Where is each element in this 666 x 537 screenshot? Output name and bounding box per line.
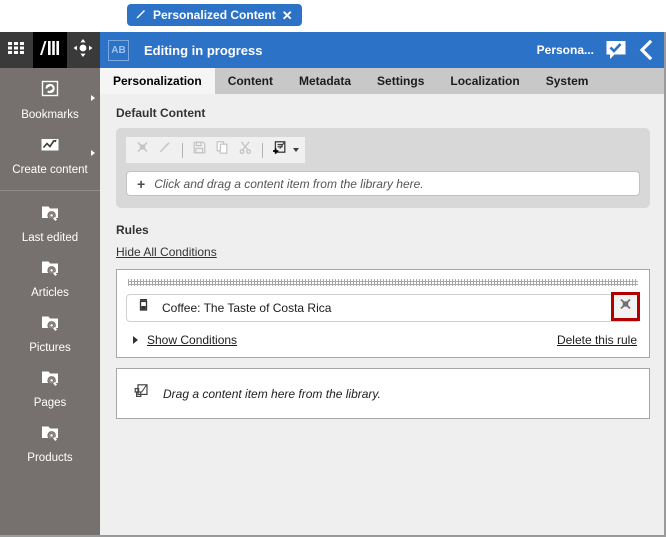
personalized-content-tab-label: Personalized Content bbox=[153, 8, 276, 22]
user-name: Persona... bbox=[536, 43, 594, 57]
sidebar-item-bookmarks[interactable]: Bookmarks bbox=[0, 74, 100, 129]
chevron-right-icon[interactable] bbox=[133, 336, 138, 344]
logo-button[interactable] bbox=[33, 32, 67, 68]
sidebar-item-label: Articles bbox=[31, 287, 69, 299]
rules-label: Rules bbox=[116, 223, 149, 237]
x-delete-icon bbox=[618, 297, 633, 317]
x-delete-icon bbox=[135, 140, 150, 160]
plus-icon: + bbox=[137, 175, 146, 192]
chevron-down-icon[interactable] bbox=[293, 148, 299, 152]
sidebar-item-pictures[interactable]: Pictures bbox=[0, 307, 100, 362]
chevron-right-icon bbox=[91, 150, 95, 156]
page-title: Editing in progress bbox=[144, 42, 263, 58]
delete-this-rule-link[interactable]: Delete this rule bbox=[557, 333, 637, 347]
sidebar-item-label: Pictures bbox=[29, 342, 71, 354]
separator-1 bbox=[182, 142, 183, 158]
dropzone-hint: Click and drag a content item from the l… bbox=[154, 176, 424, 191]
floppy-save-icon bbox=[192, 140, 207, 160]
books-logo-icon bbox=[38, 38, 62, 63]
tab-system[interactable]: System bbox=[533, 68, 602, 94]
save-button[interactable] bbox=[189, 139, 210, 161]
rule-actions: Show Conditions Delete this rule bbox=[126, 333, 640, 347]
separator-2 bbox=[262, 142, 263, 158]
tab-localization[interactable]: Localization bbox=[437, 68, 532, 94]
rule-content-item[interactable]: Coffee: The Taste of Costa Rica bbox=[126, 292, 640, 322]
content-item-icon bbox=[137, 298, 150, 318]
new-document-plus-icon bbox=[272, 140, 288, 161]
folder-search-icon bbox=[0, 202, 100, 228]
pill-tab-row: Personalized Content ✕ bbox=[0, 0, 666, 32]
left-rail: Bookmarks Create content Last edited Art… bbox=[0, 32, 100, 535]
pencil-icon bbox=[158, 140, 173, 160]
tab-personalization[interactable]: Personalization bbox=[100, 68, 215, 94]
default-content-panel: + Click and drag a content item from the… bbox=[116, 128, 650, 208]
sidebar-item-label: Create content bbox=[12, 164, 88, 176]
rule-drag-handle[interactable] bbox=[128, 279, 638, 286]
edit-button[interactable] bbox=[155, 139, 176, 161]
rail-group-primary: Bookmarks Create content bbox=[0, 68, 100, 190]
rail-group-folders: Last edited Articles Pictures Pages Prod… bbox=[0, 190, 100, 478]
chevron-left-icon[interactable] bbox=[639, 40, 653, 60]
chevron-right-icon bbox=[91, 95, 95, 101]
drag-content-icon bbox=[133, 383, 150, 405]
sidebar-item-label: Bookmarks bbox=[21, 109, 79, 121]
sidebar-item-last-edited[interactable]: Last edited bbox=[0, 197, 100, 252]
show-conditions-link[interactable]: Show Conditions bbox=[147, 333, 237, 347]
rail-top-buttons bbox=[0, 32, 100, 68]
move-button[interactable] bbox=[66, 32, 100, 68]
sidebar-item-products[interactable]: Products bbox=[0, 417, 100, 472]
tab-settings[interactable]: Settings bbox=[364, 68, 437, 94]
sidebar-item-label: Pages bbox=[33, 397, 67, 409]
rule-box: Coffee: The Taste of Costa Rica Show Con… bbox=[116, 269, 650, 358]
tab-content[interactable]: Content bbox=[215, 68, 286, 94]
create-content-chart-icon bbox=[0, 134, 100, 160]
app-grid-button[interactable] bbox=[0, 32, 34, 68]
default-content-label: Default Content bbox=[116, 106, 206, 120]
folder-search-icon bbox=[0, 422, 100, 448]
copy-icon bbox=[215, 140, 230, 160]
new-content-button[interactable] bbox=[269, 139, 290, 161]
close-icon[interactable]: ✕ bbox=[282, 9, 293, 22]
four-way-arrow-icon bbox=[72, 38, 94, 63]
sidebar-item-pages[interactable]: Pages bbox=[0, 362, 100, 417]
folder-search-icon bbox=[0, 367, 100, 393]
sidebar-item-create-content[interactable]: Create content bbox=[0, 129, 100, 184]
app-header: AB Editing in progress Persona... bbox=[100, 32, 664, 68]
personalized-content-tab[interactable]: Personalized Content ✕ bbox=[127, 4, 302, 26]
main-column: AB Editing in progress Persona... Person… bbox=[100, 32, 664, 535]
rule-content-item-label: Coffee: The Taste of Costa Rica bbox=[162, 301, 332, 315]
folder-search-icon bbox=[0, 312, 100, 338]
tab-bar: Personalization Content Metadata Setting… bbox=[100, 68, 664, 94]
status-badge: AB bbox=[108, 39, 129, 61]
remove-content-item-button[interactable] bbox=[611, 292, 640, 321]
default-content-dropzone[interactable]: + Click and drag a content item from the… bbox=[126, 171, 640, 196]
scissors-cut-icon bbox=[238, 140, 253, 160]
content-toolbar bbox=[126, 137, 305, 163]
grid-icon bbox=[7, 40, 27, 61]
app-window: Bookmarks Create content Last edited Art… bbox=[0, 32, 666, 537]
check-speech-bubble-icon[interactable] bbox=[604, 39, 628, 61]
sidebar-item-label: Products bbox=[27, 452, 73, 464]
bookmarks-refresh-icon bbox=[0, 79, 100, 105]
sidebar-item-label: Last edited bbox=[21, 232, 79, 244]
cut-button[interactable] bbox=[235, 139, 256, 161]
folder-search-icon bbox=[0, 257, 100, 283]
pencil-icon bbox=[135, 8, 147, 23]
copy-button[interactable] bbox=[212, 139, 233, 161]
sidebar-item-articles[interactable]: Articles bbox=[0, 252, 100, 307]
delete-button[interactable] bbox=[132, 139, 153, 161]
tab-metadata[interactable]: Metadata bbox=[286, 68, 364, 94]
rule-dropzone-hint: Drag a content item here from the librar… bbox=[163, 386, 381, 401]
page-content: Default Content + Click and drag a conte… bbox=[100, 94, 664, 535]
hide-all-conditions-link[interactable]: Hide All Conditions bbox=[116, 245, 217, 259]
rule-dropzone[interactable]: Drag a content item here from the librar… bbox=[116, 368, 650, 419]
